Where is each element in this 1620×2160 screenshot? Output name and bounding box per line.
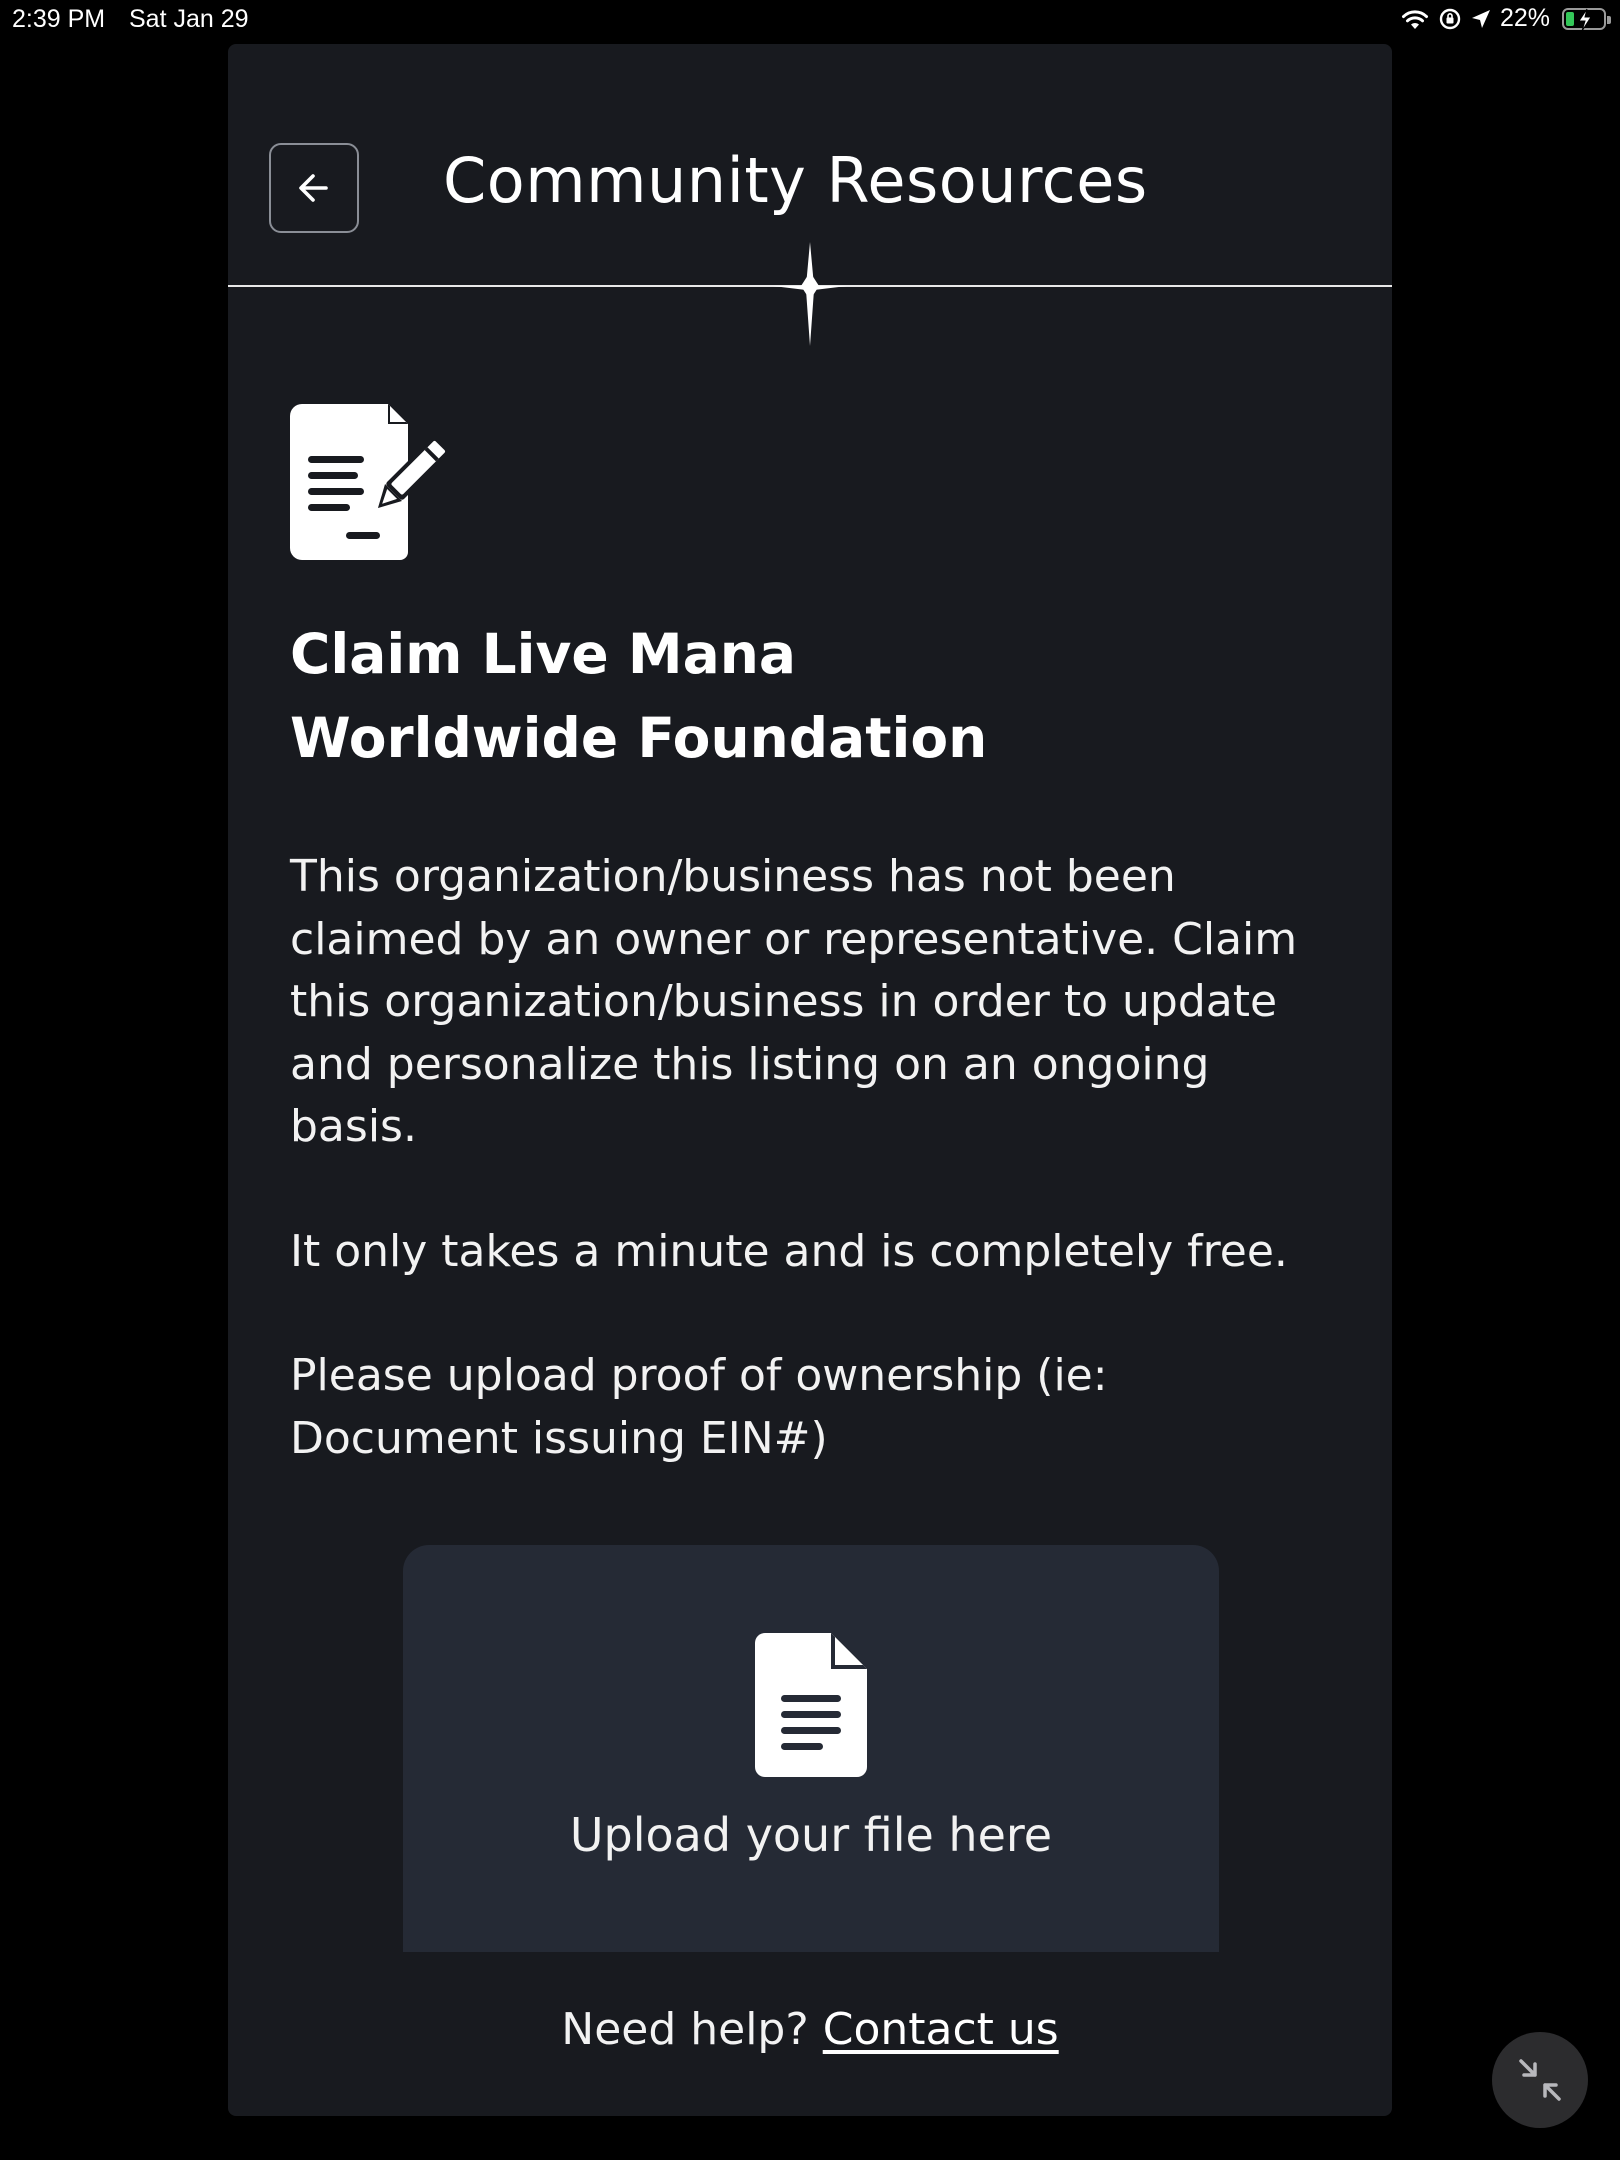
header: Community Resources [228,44,1392,346]
help-row: Need help? Contact us [228,2004,1392,2055]
organization-title-line-2: Worldwide Foundation [290,706,988,770]
wifi-icon [1400,7,1430,31]
charging-bolt-icon [1578,8,1592,31]
document-signature-icon [290,404,450,560]
upload-instructions: Please upload proof of ownership (ie: Do… [290,1350,1108,1464]
status-time: 2:39 PM [12,5,106,33]
battery-icon [1562,7,1611,31]
contact-us-link[interactable]: Contact us [823,2004,1059,2055]
status-indicators: 22% [1400,4,1611,33]
free-note: It only takes a minute and is completely… [290,1225,1288,1277]
status-date: Sat Jan 29 [129,5,249,33]
minimize-button[interactable] [1492,2032,1588,2128]
claim-description: This organization/business has not been … [290,851,1298,1152]
orientation-lock-icon [1438,7,1462,31]
battery-level-fill [1566,11,1574,26]
arrow-left-icon [299,174,328,202]
file-upload-dropzone[interactable]: Upload your file here [403,1545,1219,1952]
claim-panel: Community Resources Claim Live Mana Worl… [228,44,1392,2116]
organization-title: Claim Live Mana Worldwide Foundation [290,612,1340,780]
battery-percent: 22% [1499,4,1550,32]
page-title: Community Resources [443,144,1148,217]
back-button[interactable] [269,143,359,233]
sparkle-icon [773,242,847,346]
battery-cap [1607,15,1611,24]
organization-title-line-1: Claim Live Mana [290,622,796,686]
claim-content: Claim Live Mana Worldwide Foundation Thi… [290,404,1340,1470]
minimize-arrows-icon [1519,2059,1561,2101]
location-icon [1470,8,1492,30]
file-text-icon [755,1633,867,1777]
help-prefix: Need help? [561,2004,809,2055]
upload-label: Upload your file here [569,1808,1053,1862]
status-bar: 2:39 PM Sat Jan 29 22% [0,0,1620,40]
